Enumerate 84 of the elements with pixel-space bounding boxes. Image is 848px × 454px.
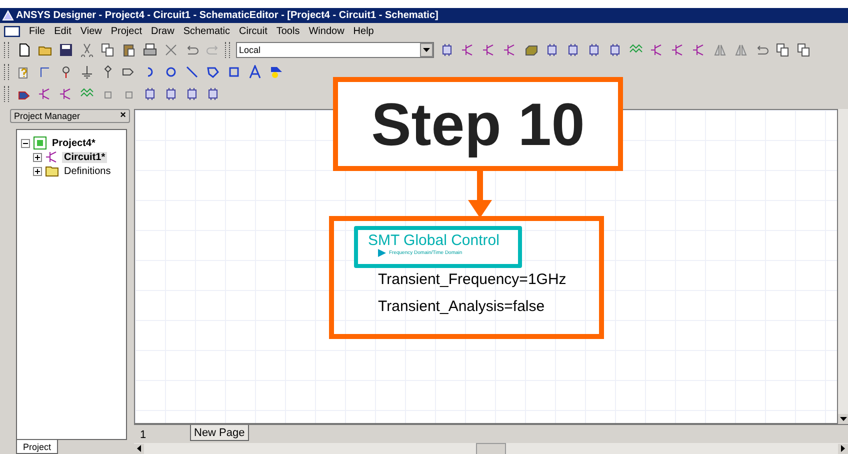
document-icon bbox=[4, 26, 20, 36]
tree-item[interactable]: Definitions bbox=[62, 166, 113, 176]
toolbar-button[interactable] bbox=[795, 42, 812, 58]
menu-item[interactable]: Schematic bbox=[183, 26, 230, 36]
undo-icon bbox=[184, 43, 198, 57]
step-label: Step 10 bbox=[371, 90, 585, 158]
toolbar-button[interactable] bbox=[774, 42, 791, 58]
panel-title: Project Manager bbox=[14, 111, 80, 121]
expander-icon[interactable] bbox=[21, 138, 30, 148]
menu-item[interactable]: View bbox=[80, 26, 102, 36]
chip-icon bbox=[206, 87, 220, 101]
close-icon bbox=[164, 43, 178, 57]
copy-icon bbox=[776, 43, 790, 57]
design-selector[interactable]: Local bbox=[236, 42, 434, 58]
play-icon bbox=[378, 249, 386, 257]
toolbar-button[interactable] bbox=[57, 42, 74, 58]
chip-icon bbox=[184, 87, 198, 101]
polygon-icon bbox=[206, 65, 220, 79]
chip-icon bbox=[566, 43, 580, 57]
chip-icon bbox=[544, 43, 558, 57]
component-title: SMT Global Control bbox=[368, 232, 500, 249]
printer-icon bbox=[142, 43, 156, 57]
transistor-icon bbox=[670, 43, 684, 57]
transistor-icon bbox=[58, 87, 72, 101]
transistor-icon bbox=[650, 43, 664, 57]
menu-item[interactable]: Draw bbox=[150, 26, 174, 36]
tree-item[interactable]: Circuit1* bbox=[62, 152, 108, 162]
transistor-icon bbox=[45, 150, 59, 164]
text-tool-icon bbox=[248, 65, 262, 79]
panel-tab[interactable]: Project bbox=[16, 440, 58, 454]
transistor-icon bbox=[482, 43, 496, 57]
redo-icon bbox=[206, 43, 220, 57]
menu-item[interactable]: Tools bbox=[276, 26, 300, 36]
circle-icon bbox=[164, 65, 178, 79]
chip-icon bbox=[164, 87, 178, 101]
dropdown-arrow-icon bbox=[423, 48, 430, 52]
property-text: Transient_Analysis=false bbox=[378, 298, 545, 315]
copy-icon bbox=[100, 43, 114, 57]
toolbar-button[interactable] bbox=[141, 42, 158, 58]
toolbar-button[interactable] bbox=[99, 42, 116, 58]
transistor-icon bbox=[692, 43, 706, 57]
menu-item[interactable]: Project bbox=[110, 26, 142, 36]
scroll-thumb[interactable] bbox=[476, 442, 506, 454]
help-icon bbox=[16, 65, 30, 79]
save-icon bbox=[58, 43, 72, 57]
mirror-icon bbox=[734, 43, 748, 57]
menu-item[interactable]: Window bbox=[308, 26, 344, 36]
transistor-icon bbox=[38, 87, 52, 101]
paste-icon bbox=[122, 43, 136, 57]
project-icon bbox=[33, 136, 47, 150]
wire-icon bbox=[38, 65, 52, 79]
scroll-down-icon[interactable] bbox=[840, 417, 846, 421]
undo-icon bbox=[754, 43, 768, 57]
scroll-right-icon[interactable] bbox=[841, 445, 845, 452]
menu-item[interactable]: Help bbox=[353, 26, 374, 36]
transistor-icon bbox=[502, 43, 516, 57]
menu-item[interactable]: Circuit bbox=[239, 26, 268, 36]
scroll-left-icon[interactable] bbox=[137, 445, 141, 452]
menu-item[interactable]: Edit bbox=[54, 26, 72, 36]
rectangle-icon bbox=[226, 65, 240, 79]
page-number: 1 bbox=[139, 428, 148, 443]
scissors-icon bbox=[80, 43, 94, 57]
expander-icon[interactable] bbox=[33, 152, 42, 162]
ground-icon bbox=[80, 65, 94, 79]
folder-icon bbox=[45, 164, 59, 178]
tree-item[interactable]: Project4* bbox=[50, 138, 98, 148]
app-logo-icon bbox=[2, 10, 14, 21]
block-icon bbox=[524, 43, 538, 57]
page-tab[interactable]: New Page bbox=[190, 425, 249, 441]
new-file-icon bbox=[16, 43, 30, 57]
chip-icon bbox=[586, 43, 600, 57]
window-title: ANSYS Designer - Project4 - Circuit1 - SchematicEditor - [Project4 - Circuit1 - Schematic] bbox=[16, 10, 438, 21]
property-text: Transient_Frequency=1GHz bbox=[378, 271, 566, 288]
expander-icon[interactable] bbox=[33, 166, 42, 176]
menu-item[interactable]: File bbox=[29, 26, 46, 36]
transistor-icon bbox=[460, 43, 474, 57]
mirror-icon bbox=[712, 43, 726, 57]
chip-icon bbox=[142, 87, 156, 101]
image-tool-icon bbox=[268, 65, 282, 79]
chip-icon bbox=[608, 43, 622, 57]
chip-icon bbox=[440, 43, 454, 57]
close-button[interactable]: × bbox=[120, 111, 126, 121]
line-icon bbox=[184, 65, 198, 79]
copy-icon bbox=[796, 43, 810, 57]
